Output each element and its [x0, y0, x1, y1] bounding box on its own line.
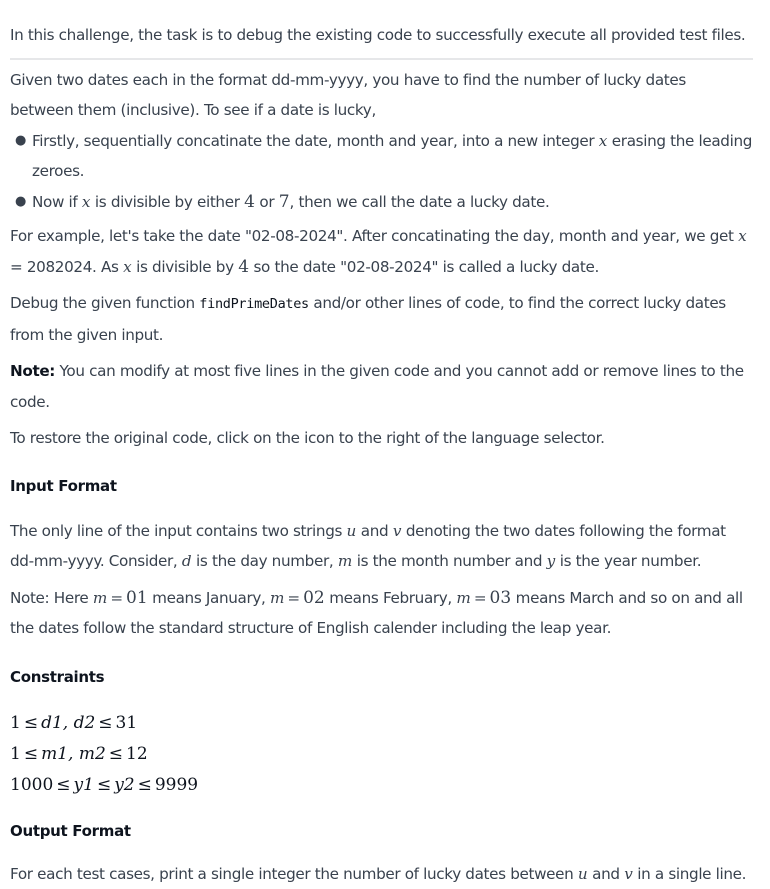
math-var-m: m [338, 552, 352, 570]
month-note: Note: Here m=01 means January, m=02 mean… [10, 583, 753, 644]
math-var-u: u [578, 865, 588, 883]
math-number: 03 [490, 588, 512, 608]
note-label: Note: [10, 362, 55, 380]
input-format-heading: Input Format [10, 476, 753, 496]
math-var-m: m [456, 589, 470, 607]
list-item: ● Firstly, sequentially concatinate the … [32, 126, 753, 187]
output-format-heading: Output Format [10, 821, 753, 841]
constraint-year: 1000≤y1≤y2≤9999 [10, 770, 753, 801]
note-paragraph: Note: You can modify at most five lines … [10, 356, 753, 417]
math-equals: = [284, 589, 303, 607]
math-var-x: x [738, 227, 747, 245]
bullet-icon: ● [15, 126, 26, 157]
math-number: 4 [238, 257, 249, 277]
constraint-month: 1≤m1, m2≤12 [10, 739, 753, 770]
problem-description: Given two dates each in the format dd-mm… [10, 65, 753, 126]
output-format-description: For each test cases, print a single inte… [10, 859, 753, 889]
constraint-day: 1≤d1, d2≤31 [10, 708, 753, 739]
math-var-m: m [93, 589, 107, 607]
math-var-v: v [624, 865, 633, 883]
bullet-icon: ● [15, 187, 26, 218]
math-number: 02 [303, 588, 325, 608]
constraints-heading: Constraints [10, 667, 753, 687]
lucky-rules-list: ● Firstly, sequentially concatinate the … [10, 126, 753, 218]
problem-statement: In this challenge, the task is to debug … [0, 0, 770, 889]
math-equals: = [107, 589, 126, 607]
divider [10, 58, 753, 60]
restore-paragraph: To restore the original code, click on t… [10, 423, 753, 454]
function-name-code: findPrimeDates [199, 296, 309, 312]
math-number: 4 [244, 192, 255, 212]
list-item: ● Now if x is divisible by either 4 or 7… [32, 187, 753, 218]
math-var-u: u [347, 522, 357, 540]
input-format-description: The only line of the input contains two … [10, 516, 753, 577]
math-equals: = [471, 589, 490, 607]
example-paragraph: For example, let's take the date "02-08-… [10, 221, 753, 282]
math-number: 7 [279, 192, 290, 212]
math-number: 01 [126, 588, 148, 608]
math-var-x: x [123, 258, 132, 276]
debug-paragraph: Debug the given function findPrimeDates … [10, 288, 753, 350]
math-var-d: d [182, 552, 192, 570]
challenge-intro: In this challenge, the task is to debug … [10, 0, 753, 58]
math-var-y: y [547, 552, 556, 570]
constraints-list: 1≤d1, d2≤31 1≤m1, m2≤12 1000≤y1≤y2≤9999 [10, 708, 753, 801]
math-var-m: m [270, 589, 284, 607]
